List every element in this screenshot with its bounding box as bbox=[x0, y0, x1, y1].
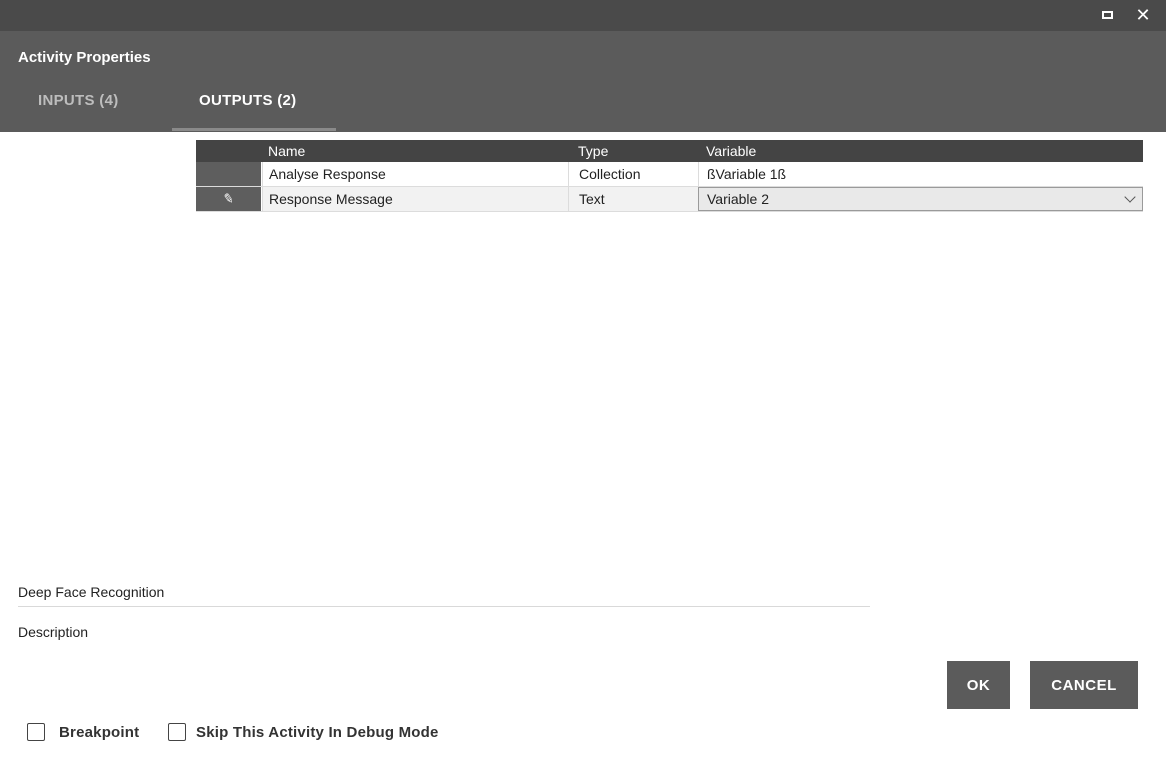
close-icon[interactable]: ✕ bbox=[1133, 5, 1153, 25]
cancel-button[interactable]: CANCEL bbox=[1030, 661, 1138, 709]
row-selector[interactable]: ✎ bbox=[196, 187, 262, 211]
column-header-name[interactable]: Name bbox=[268, 140, 568, 162]
cell-type: Collection bbox=[568, 162, 698, 186]
breakpoint-checkbox-box[interactable] bbox=[27, 723, 45, 741]
pencil-icon: ✎ bbox=[221, 190, 236, 207]
variable-dropdown-value: Variable 2 bbox=[707, 191, 770, 207]
activity-properties-dialog: ✕ Activity Properties INPUTS (4) OUTPUTS… bbox=[0, 0, 1166, 769]
row-selector[interactable] bbox=[196, 162, 262, 186]
skip-debug-checkbox-box[interactable] bbox=[168, 723, 186, 741]
grid-header: Name Type Variable bbox=[196, 140, 1143, 162]
activity-name-field[interactable]: Deep Face Recognition bbox=[18, 584, 870, 607]
dialog-title: Activity Properties bbox=[18, 49, 151, 66]
description-field[interactable]: Description bbox=[18, 624, 88, 640]
active-tab-indicator bbox=[172, 128, 336, 131]
header-selector-cell bbox=[196, 140, 262, 162]
tab-inputs[interactable]: INPUTS (4) bbox=[38, 92, 119, 109]
maximize-icon[interactable] bbox=[1097, 5, 1117, 25]
ok-button[interactable]: OK bbox=[947, 661, 1010, 709]
variable-dropdown[interactable]: Variable 2 bbox=[698, 187, 1143, 211]
window-titlebar: ✕ bbox=[0, 0, 1166, 31]
breakpoint-label: Breakpoint bbox=[59, 723, 140, 741]
skip-debug-checkbox[interactable]: Skip This Activity In Debug Mode bbox=[168, 721, 439, 743]
cell-name: Analyse Response bbox=[262, 162, 568, 186]
cell-name: Response Message bbox=[262, 187, 568, 211]
chevron-down-icon[interactable] bbox=[1124, 191, 1136, 203]
column-header-variable[interactable]: Variable bbox=[706, 140, 1143, 162]
breakpoint-checkbox[interactable]: Breakpoint bbox=[27, 721, 139, 743]
skip-debug-label: Skip This Activity In Debug Mode bbox=[196, 723, 439, 741]
dialog-header: Activity Properties INPUTS (4) OUTPUTS (… bbox=[0, 31, 1166, 132]
table-row[interactable]: ✎ Response Message Text Variable 2 bbox=[196, 187, 1143, 212]
column-header-type[interactable]: Type bbox=[578, 140, 698, 162]
table-row[interactable]: Analyse Response Collection ßVariable 1ß bbox=[196, 162, 1143, 187]
outputs-grid: Name Type Variable Analyse Response Coll… bbox=[196, 140, 1143, 212]
cell-type: Text bbox=[568, 187, 698, 211]
tab-outputs[interactable]: OUTPUTS (2) bbox=[199, 92, 296, 109]
cell-variable[interactable]: ßVariable 1ß bbox=[698, 162, 1143, 186]
